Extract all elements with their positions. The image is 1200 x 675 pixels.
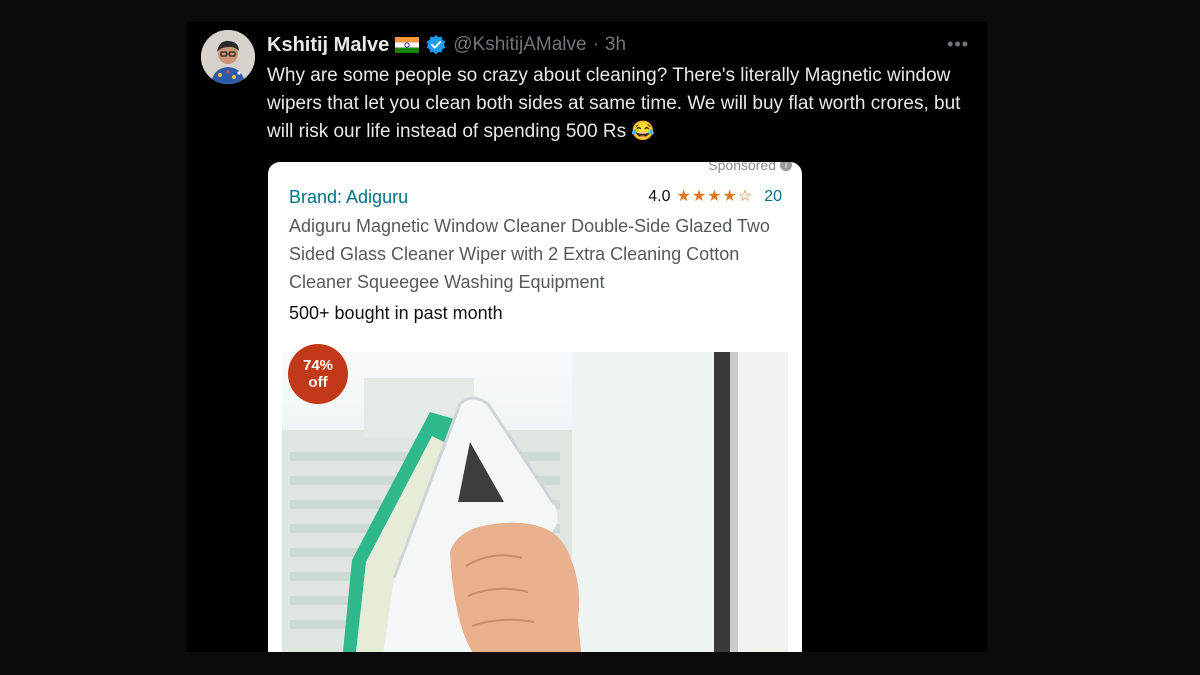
tweet-time[interactable]: 3h [605, 34, 626, 56]
star-icon: ★ [722, 188, 737, 205]
brand-link[interactable]: Brand: Adiguru [289, 187, 408, 208]
info-icon[interactable]: i [780, 162, 792, 171]
india-flag-icon [395, 37, 420, 53]
discount-percent: 74% [302, 357, 334, 374]
sponsored-label: Sponsored i [708, 162, 792, 173]
bought-count: 500+ bought in past month [289, 303, 503, 323]
tweet-header: Kshitij Malve @KshitijAMalve · 3h [267, 32, 927, 58]
product-rating: 4.0 ★ ★ ★ ★ ☆ 20 [648, 188, 782, 206]
author-handle[interactable]: @KshitijAMalve [453, 34, 586, 56]
star-icon: ☆ [737, 188, 753, 205]
discount-word: off [308, 374, 328, 391]
star-icon: ★ [691, 188, 707, 205]
meta-separator: · [592, 34, 599, 55]
ad-card[interactable]: Sponsored i Brand: Adiguru 4.0 ★ ★ ★ ★ ☆ 20 … [268, 162, 802, 652]
star-icon: ★ [707, 188, 722, 205]
more-options-icon[interactable]: ••• [947, 34, 969, 55]
discount-badge: 74% off [288, 344, 348, 404]
rating-stars: ★ ★ ★ ★ ☆ [676, 189, 752, 205]
verified-badge-icon[interactable] [425, 34, 447, 56]
sponsored-text: Sponsored [708, 162, 776, 173]
avatar-image [201, 30, 255, 84]
tweet-text: Why are some people so crazy about clean… [267, 65, 961, 142]
rating-count[interactable]: 20 [764, 188, 782, 206]
product-photo [282, 352, 788, 652]
author-avatar[interactable] [201, 30, 255, 84]
tweet-card: Kshitij Malve @KshitijAMalve · 3h ••• Wh… [187, 22, 987, 652]
rating-value: 4.0 [648, 188, 671, 205]
product-image[interactable] [282, 352, 788, 652]
author-name[interactable]: Kshitij Malve [267, 34, 389, 57]
star-icon: ★ [676, 188, 691, 205]
product-title[interactable]: Adiguru Magnetic Window Cleaner Double-S… [289, 212, 784, 296]
